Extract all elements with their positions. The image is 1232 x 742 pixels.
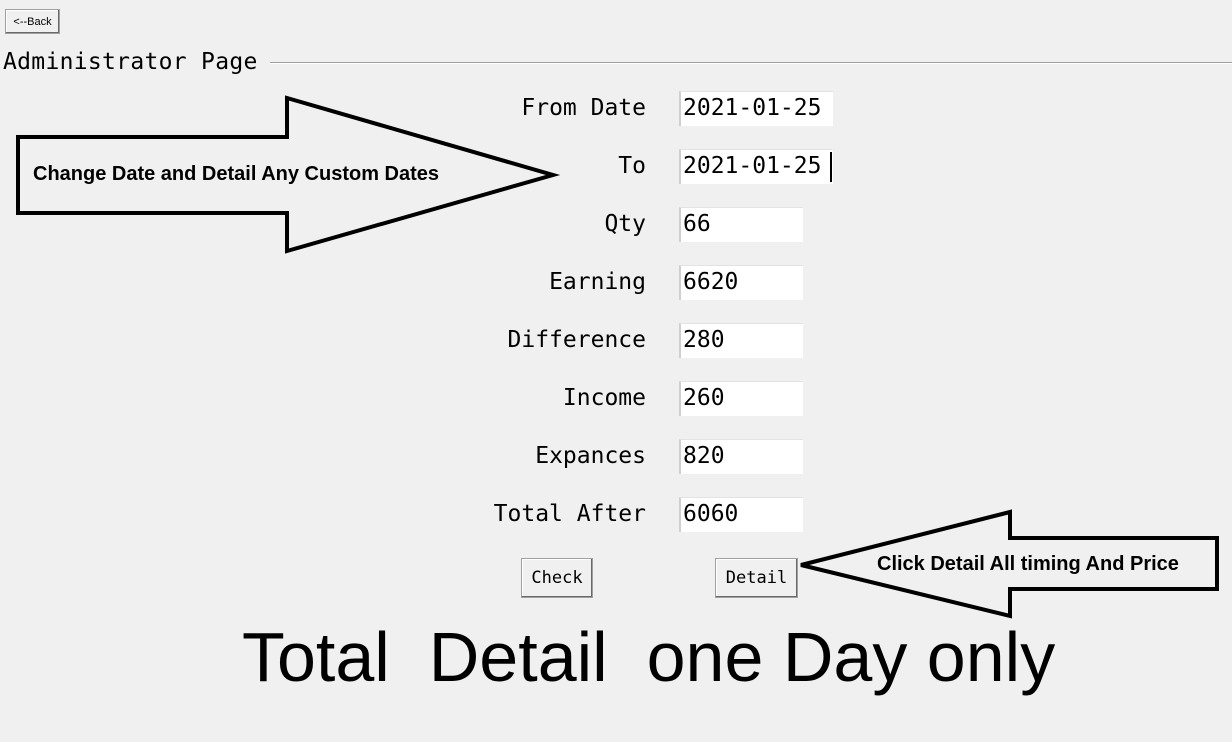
detail-button[interactable]: Detail [715, 558, 798, 598]
earning-field[interactable]: 6620 [679, 265, 803, 300]
income-label: Income [562, 385, 646, 411]
from-date-field[interactable]: 2021-01-25 [679, 91, 833, 126]
difference-field[interactable]: 280 [679, 323, 803, 358]
from-date-label: From Date [521, 95, 646, 121]
check-button[interactable]: Check [521, 558, 593, 598]
caption-text: Total Detail one Day only [242, 618, 1056, 696]
to-date-field[interactable]: 2021-01-25 [679, 149, 833, 184]
text-cursor [830, 152, 832, 182]
total-after-label: Total After [493, 501, 646, 527]
to-date-label: To [618, 153, 646, 179]
expances-label: Expances [535, 443, 646, 469]
earning-label: Earning [549, 269, 646, 295]
difference-label: Difference [507, 327, 646, 353]
expances-field[interactable]: 820 [679, 439, 803, 474]
left-annotation-text: Change Date and Detail Any Custom Dates [33, 163, 440, 185]
income-field[interactable]: 260 [679, 381, 803, 416]
right-annotation-text: Click Detail All timing And Price [877, 553, 1179, 575]
qty-label: Qty [604, 211, 646, 237]
qty-field[interactable]: 66 [679, 207, 803, 242]
total-after-field[interactable]: 6060 [679, 497, 803, 532]
